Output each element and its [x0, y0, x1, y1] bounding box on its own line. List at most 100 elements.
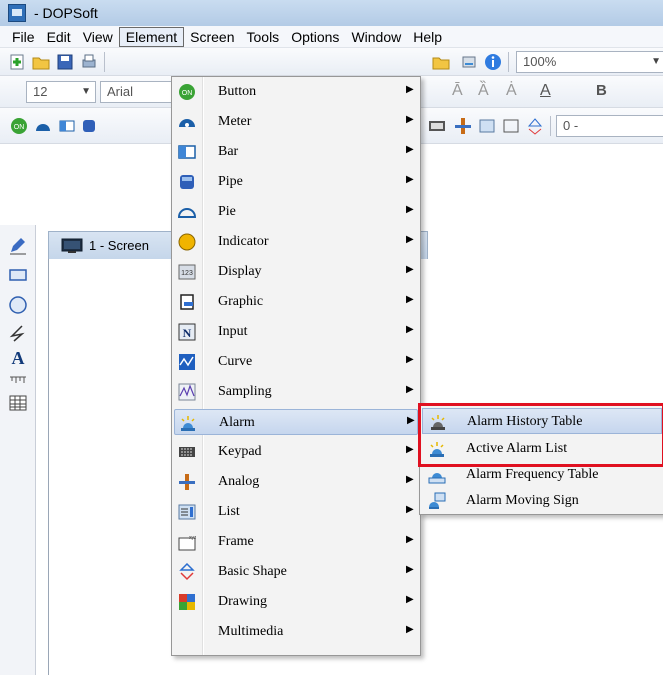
info-icon[interactable] — [484, 53, 502, 71]
menu-item-pipe[interactable]: Pipe ▶ — [174, 169, 418, 195]
menu-item-pie[interactable]: Pie ▶ — [174, 199, 418, 225]
font-name-combo[interactable]: Arial — [100, 81, 180, 103]
menu-item-label: Button — [218, 84, 257, 99]
menu-item-analog[interactable]: Analog ▶ — [174, 469, 418, 495]
alarm-frequency-icon — [428, 473, 446, 484]
submenu-arrow-icon: ▶ — [406, 384, 414, 395]
menu-item-label: Meter — [218, 114, 252, 129]
text-tool-icon[interactable]: A — [8, 347, 28, 367]
rectangle-tool-icon[interactable] — [8, 265, 28, 285]
menu-file[interactable]: File — [6, 27, 41, 47]
bold-icon[interactable]: B — [596, 82, 607, 99]
menu-item-multimedia[interactable]: Multimedia ▶ — [174, 619, 418, 645]
svg-text:ON: ON — [182, 90, 193, 97]
submenu-item-alarm-moving-sign[interactable]: Alarm Moving Sign — [422, 488, 662, 514]
menu-item-graphic[interactable]: Graphic ▶ — [174, 289, 418, 315]
graphic-icon — [180, 294, 194, 310]
font-size-value: 12 — [33, 84, 48, 99]
menu-view[interactable]: View — [77, 27, 119, 47]
meter-icon — [179, 119, 195, 127]
frame-tool-icon[interactable] — [502, 117, 520, 135]
window-title: - DOPSoft — [34, 5, 98, 21]
submenu-arrow-icon: ▶ — [406, 84, 414, 95]
menu-element[interactable]: Element — [118, 26, 185, 47]
drawing-tools-palette: A — [0, 225, 36, 675]
save-icon[interactable] — [56, 53, 74, 71]
menu-item-label: Drawing — [218, 594, 267, 609]
text-shadow-icon[interactable]: Ȧ — [506, 82, 517, 100]
menu-screen[interactable]: Screen — [184, 27, 240, 47]
alarm-submenu: Alarm History Table Active Alarm List Al… — [419, 403, 663, 515]
submenu-arrow-icon: ▶ — [406, 474, 414, 485]
menu-item-alarm[interactable]: Alarm ▶ — [174, 409, 418, 435]
menu-item-button[interactable]: ON Button ▶ — [174, 79, 418, 105]
range-combo[interactable]: 0 - — [556, 115, 663, 137]
text-outline-icon[interactable]: Ȁ — [478, 82, 489, 100]
menu-item-keypad[interactable]: Keypad ▶ — [174, 439, 418, 465]
chevron-down-icon: ▼ — [81, 86, 91, 97]
submenu-arrow-icon: ▶ — [406, 594, 414, 605]
button-tool-icon[interactable]: ON — [10, 117, 28, 135]
keypad-tool-icon[interactable] — [428, 117, 446, 135]
menu-item-indicator[interactable]: Indicator ▶ — [174, 229, 418, 255]
print-icon[interactable] — [80, 53, 98, 71]
menu-item-label: Bar — [218, 144, 239, 159]
meter-tool-icon[interactable] — [34, 117, 52, 135]
table-tool-icon[interactable] — [8, 393, 28, 413]
scale-tool-icon[interactable] — [8, 371, 28, 391]
open-folder-icon[interactable] — [32, 53, 50, 71]
indicator-icon — [178, 233, 196, 251]
submenu-item-active-alarm-list[interactable]: Active Alarm List — [422, 436, 662, 462]
text-style-icon[interactable]: Ā — [452, 82, 463, 100]
font-color-icon[interactable]: A — [540, 82, 551, 100]
submenu-item-alarm-history-table[interactable]: Alarm History Table — [422, 408, 662, 434]
app-icon — [8, 4, 26, 22]
pencil-icon[interactable] — [8, 235, 28, 255]
keypad-icon — [179, 447, 195, 457]
open-project-icon[interactable] — [432, 53, 450, 71]
new-file-icon[interactable] — [8, 53, 26, 71]
menu-item-label: Multimedia — [218, 624, 284, 639]
menu-item-label: Sampling — [218, 384, 272, 399]
menu-item-list[interactable]: List ▶ — [174, 499, 418, 525]
active-alarm-icon — [430, 442, 444, 457]
submenu-item-alarm-frequency-table[interactable]: Alarm Frequency Table — [422, 462, 662, 488]
pipe-icon — [180, 175, 194, 189]
submenu-arrow-icon: ▶ — [407, 415, 415, 426]
range-value: 0 - — [563, 118, 579, 133]
submenu-arrow-icon: ▶ — [406, 294, 414, 305]
submenu-arrow-icon: ▶ — [406, 354, 414, 365]
screen-canvas-edge — [48, 259, 56, 675]
analog-tool-icon[interactable] — [454, 117, 472, 135]
menu-item-curve[interactable]: Curve ▶ — [174, 349, 418, 375]
font-size-combo[interactable]: 12 ▼ — [26, 81, 96, 103]
svg-text:xyz: xyz — [189, 535, 196, 541]
zoom-combo[interactable]: 100% ▼ — [516, 51, 663, 73]
basic-shape-tool-icon[interactable] — [526, 117, 544, 135]
compile-icon[interactable] — [460, 53, 478, 71]
menu-item-bar[interactable]: Bar ▶ — [174, 139, 418, 165]
polyline-tool-icon[interactable] — [8, 323, 28, 343]
menu-item-drawing[interactable]: Drawing ▶ — [174, 589, 418, 615]
menu-tools[interactable]: Tools — [241, 27, 286, 47]
menu-item-meter[interactable]: Meter ▶ — [174, 109, 418, 135]
pipe-tool-icon[interactable] — [80, 117, 98, 135]
list-tool-icon[interactable] — [478, 117, 496, 135]
button-icon: ON — [179, 84, 195, 100]
ellipse-tool-icon[interactable] — [8, 295, 28, 315]
menu-item-label: Analog — [218, 474, 260, 489]
submenu-arrow-icon: ▶ — [406, 564, 414, 575]
menu-item-input[interactable]: N Input ▶ — [174, 319, 418, 345]
menu-options[interactable]: Options — [285, 27, 345, 47]
menu-item-basic-shape[interactable]: Basic Shape ▶ — [174, 559, 418, 585]
menu-item-display[interactable]: 123 Display ▶ — [174, 259, 418, 285]
menu-item-frame[interactable]: xyz Frame ▶ — [174, 529, 418, 555]
menu-edit[interactable]: Edit — [41, 27, 77, 47]
menu-window[interactable]: Window — [345, 27, 407, 47]
menu-item-label: Pie — [218, 204, 236, 219]
menu-item-sampling[interactable]: Sampling ▶ — [174, 379, 418, 405]
menu-item-label: List — [218, 504, 240, 519]
bar-tool-icon[interactable] — [58, 117, 76, 135]
menu-help[interactable]: Help — [407, 27, 448, 47]
submenu-arrow-icon: ▶ — [406, 234, 414, 245]
